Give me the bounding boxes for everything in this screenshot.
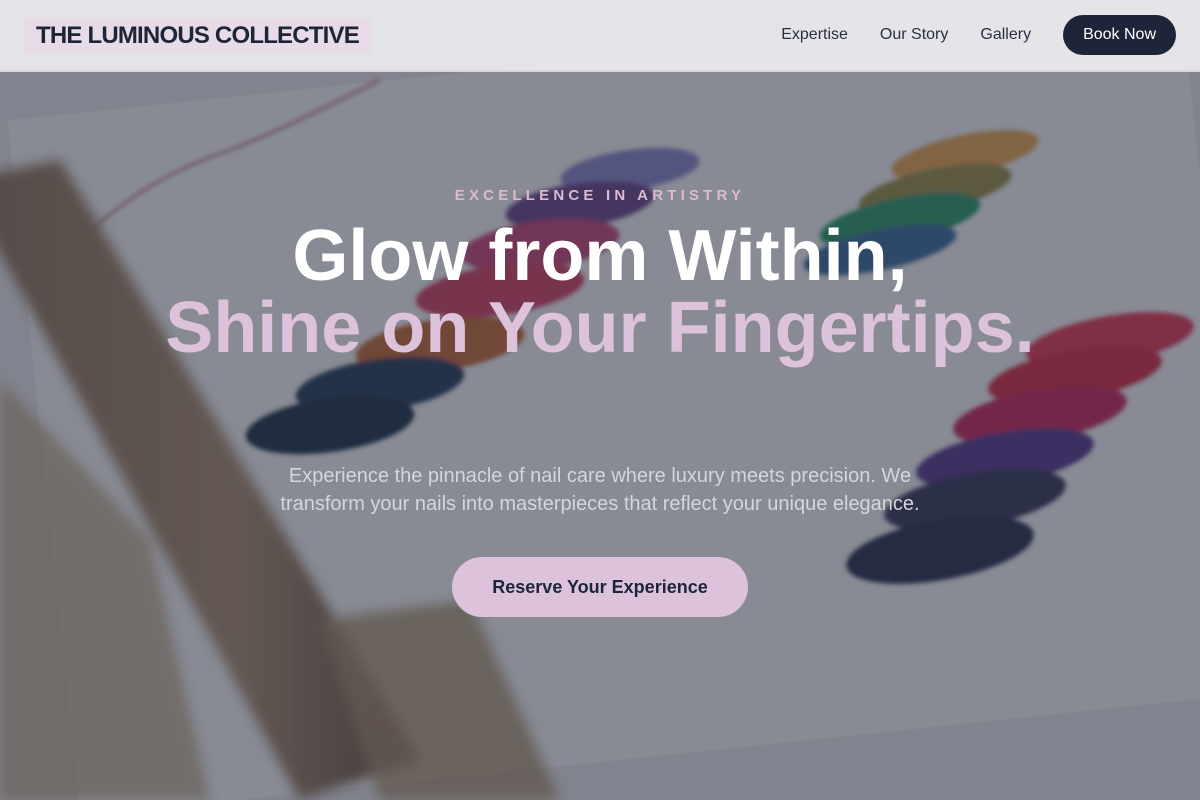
headline-line-1: Glow from Within,: [292, 216, 908, 296]
hero-section: EXCELLENCE IN ARTISTRY Glow from Within,…: [0, 0, 1200, 800]
book-now-button[interactable]: Book Now: [1063, 15, 1176, 55]
nav-link-expertise[interactable]: Expertise: [781, 26, 848, 44]
hero-eyebrow: EXCELLENCE IN ARTISTRY: [454, 187, 746, 204]
brand-logo[interactable]: THE LUMINOUS COLLECTIVE: [24, 17, 371, 53]
hero-dark-overlay: [0, 0, 1200, 800]
site-header: THE LUMINOUS COLLECTIVE Expertise Our St…: [0, 0, 1200, 72]
headline-line-2: Shine on Your Fingertips.: [165, 288, 1035, 368]
nav-link-our-story[interactable]: Our Story: [880, 26, 948, 44]
hero-subtext: Experience the pinnacle of nail care whe…: [280, 465, 920, 515]
main-nav: Expertise Our Story Gallery Book Now: [781, 15, 1176, 55]
hero-headline: Glow from Within, Shine on Your Fingerti…: [0, 220, 1200, 364]
nav-link-gallery[interactable]: Gallery: [980, 26, 1031, 44]
reserve-experience-button[interactable]: Reserve Your Experience: [452, 557, 748, 617]
